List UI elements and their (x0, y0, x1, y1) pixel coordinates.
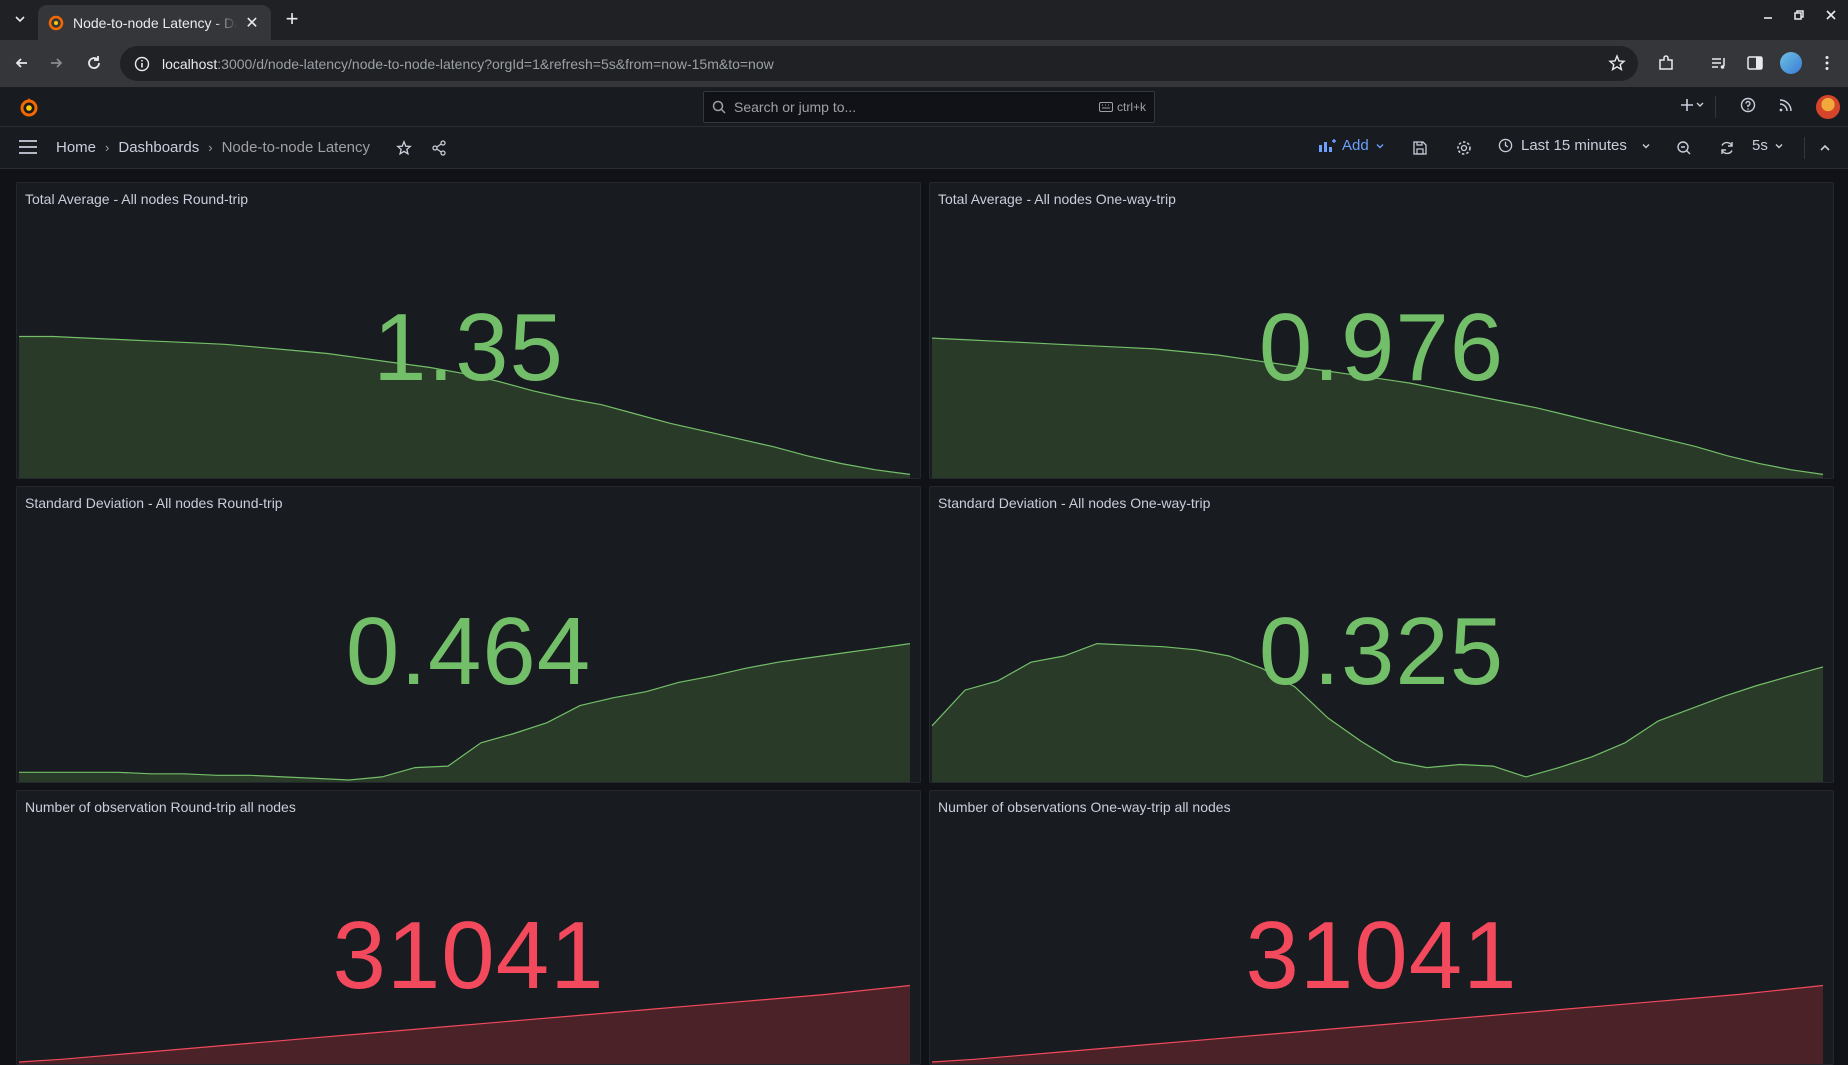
browser-toolbar: localhost:3000/d/node-latency/node-to-no… (0, 40, 1848, 87)
news-rss-icon[interactable] (1778, 97, 1794, 116)
stat-panel-std-deviation-round-trip[interactable]: Standard Deviation - All nodes Round-tri… (16, 486, 921, 783)
refresh-icon[interactable] (1718, 139, 1736, 157)
favorite-star-icon[interactable] (395, 139, 413, 157)
restore-icon[interactable] (1788, 8, 1810, 24)
breadcrumb-separator-icon: › (105, 140, 110, 155)
stat-panel-total-average-one-way-trip[interactable]: Total Average - All nodes One-way-trip 0… (929, 182, 1834, 479)
help-icon[interactable] (1740, 97, 1756, 116)
grafana-logo-icon[interactable] (18, 96, 40, 118)
search-shortcut-label: ctrl+k (1116, 100, 1146, 114)
keyboard-icon (1098, 102, 1113, 112)
url-host: localhost (162, 55, 218, 72)
dashboard-toolbar: Home › Dashboards › Node-to-node Latency… (0, 127, 1848, 169)
refresh-interval-picker[interactable]: 5s (1752, 137, 1784, 154)
add-button-label: Add (1342, 137, 1369, 154)
chevron-down-icon (1775, 143, 1783, 148)
search-input[interactable]: Search or jump to... ctrl+k (703, 91, 1155, 123)
topbar-divider (1715, 96, 1716, 118)
stat-value: 31041 (1245, 902, 1518, 1009)
grafana-topbar: Search or jump to... ctrl+k (0, 87, 1848, 127)
chevron-down-icon (1642, 143, 1650, 148)
close-window-icon[interactable] (1820, 8, 1842, 24)
add-button[interactable]: Add (1318, 137, 1385, 154)
browser-menu-icon[interactable] (1816, 52, 1838, 74)
time-range-picker[interactable]: Last 15 minutes (1498, 137, 1651, 154)
search-placeholder: Search or jump to... (734, 99, 857, 115)
refresh-interval-label: 5s (1752, 137, 1768, 154)
user-avatar[interactable] (1816, 95, 1840, 119)
collapse-chevron-up-icon[interactable] (1816, 139, 1834, 157)
time-range-label: Last 15 minutes (1521, 137, 1627, 154)
url-path: :3000/d/node-latency/node-to-node-latenc… (217, 55, 774, 72)
browser-tabstrip: Node-to-node Latency - Dashboards - Graf… (0, 0, 1848, 40)
address-bar[interactable]: localhost:3000/d/node-latency/node-to-no… (120, 46, 1638, 81)
add-panel-icon (1319, 138, 1336, 152)
breadcrumb: Home › Dashboards › Node-to-node Latency (56, 139, 370, 156)
new-plus-icon[interactable] (1680, 97, 1704, 116)
panel-title: Number of observations One-way-trip all … (938, 799, 1231, 815)
stat-value: 31041 (332, 902, 605, 1009)
back-arrow-icon[interactable] (11, 52, 33, 74)
tab-close-icon[interactable]: ✕ (243, 13, 261, 33)
breadcrumb-dashboards[interactable]: Dashboards (118, 139, 199, 156)
save-dashboard-icon[interactable] (1411, 139, 1429, 157)
menu-hamburger-icon[interactable] (18, 139, 38, 155)
dashboard-settings-gear-icon[interactable] (1455, 139, 1473, 157)
zoom-out-icon[interactable] (1675, 139, 1693, 157)
forward-arrow-icon[interactable] (45, 52, 67, 74)
stat-panel-total-average-round-trip[interactable]: Total Average - All nodes Round-trip 1.3… (16, 182, 921, 479)
chevron-down-icon (1376, 143, 1384, 148)
stat-panel-observations-one-way-trip[interactable]: Number of observations One-way-trip all … (929, 790, 1834, 1065)
breadcrumb-separator-icon: › (208, 140, 213, 155)
panel-title: Standard Deviation - All nodes One-way-t… (938, 495, 1211, 511)
toolbar-divider (1804, 137, 1805, 159)
clock-icon (1498, 138, 1513, 153)
side-panel-icon[interactable] (1744, 52, 1766, 74)
stat-value: 1.35 (373, 294, 564, 401)
search-shortcut: ctrl+k (1098, 100, 1146, 114)
minimize-icon[interactable] (1757, 8, 1779, 24)
breadcrumb-current-dashboard: Node-to-node Latency (221, 139, 371, 156)
panel-title: Standard Deviation - All nodes Round-tri… (25, 495, 283, 511)
breadcrumb-home[interactable]: Home (56, 139, 96, 156)
bookmark-star-icon[interactable] (1608, 54, 1626, 77)
share-icon[interactable] (430, 139, 448, 157)
panel-title: Total Average - All nodes One-way-trip (938, 191, 1176, 207)
tab-search-dropdown-icon[interactable] (9, 8, 31, 30)
panel-title: Total Average - All nodes Round-trip (25, 191, 249, 207)
reload-icon[interactable] (83, 52, 105, 74)
new-tab-button[interactable]: + (281, 8, 303, 30)
stat-panel-std-deviation-one-way-trip[interactable]: Standard Deviation - All nodes One-way-t… (929, 486, 1834, 783)
stat-panel-observations-round-trip[interactable]: Number of observation Round-trip all nod… (16, 790, 921, 1065)
search-icon (712, 100, 726, 114)
profile-avatar[interactable] (1780, 52, 1802, 74)
browser-tab[interactable]: Node-to-node Latency - Dashboards - Graf… (38, 5, 271, 40)
stat-value: 0.325 (1258, 598, 1505, 705)
stat-value: 0.976 (1258, 294, 1505, 401)
media-controls-icon[interactable] (1708, 52, 1730, 74)
site-info-icon[interactable] (134, 56, 150, 72)
grafana-favicon-icon (48, 15, 64, 30)
tab-title: Node-to-node Latency - Dashboards - Graf… (73, 14, 237, 31)
stat-value: 0.464 (345, 598, 592, 705)
panel-title: Number of observation Round-trip all nod… (25, 799, 296, 815)
extensions-icon[interactable] (1655, 52, 1677, 74)
